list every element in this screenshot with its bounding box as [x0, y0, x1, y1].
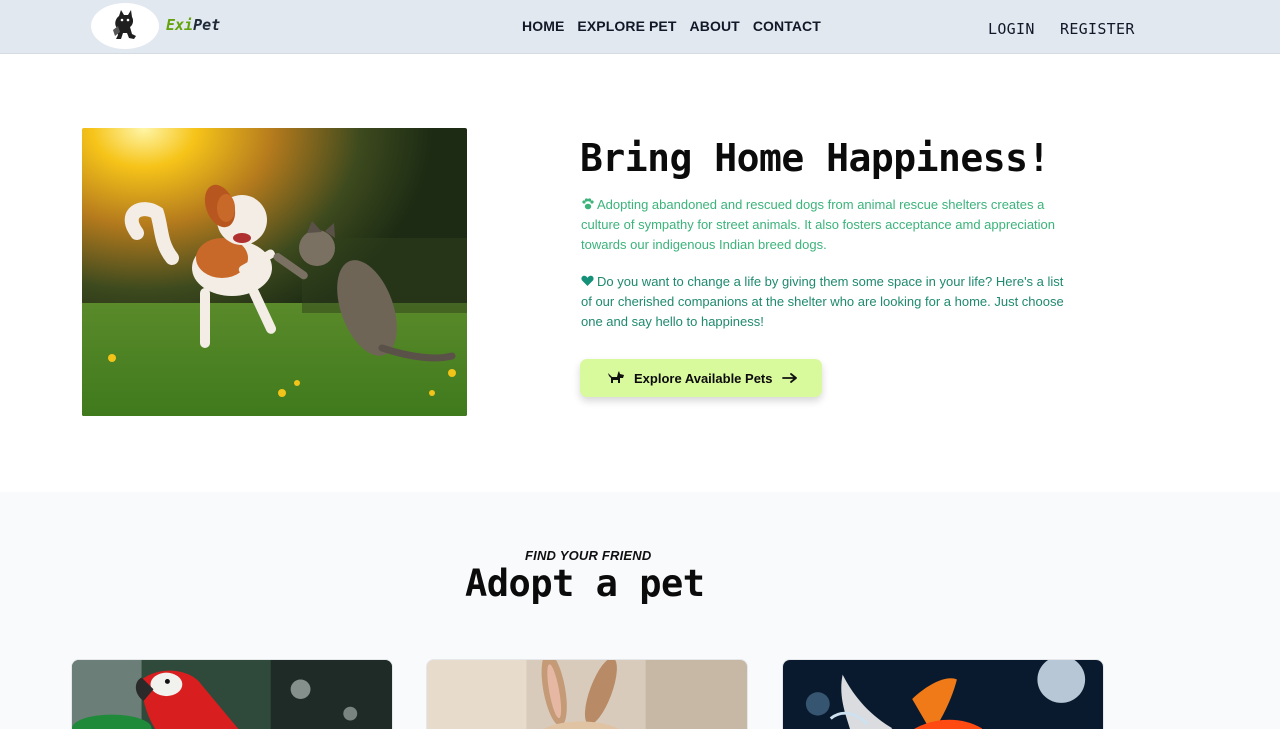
cat-dog-logo-icon [113, 10, 136, 39]
hero-paragraph-2: Do you want to change a life by giving t… [581, 272, 1077, 332]
brand-part-2: Pet [193, 16, 221, 34]
hero-paragraph-1: Adopting abandoned and rescued dogs from… [581, 195, 1077, 255]
adopt-section: FIND YOUR FRIEND Adopt a pet [0, 492, 1280, 729]
register-link[interactable]: REGISTER [1060, 20, 1135, 38]
explore-available-pets-button[interactable]: Explore Available Pets [580, 359, 822, 397]
nav-contact[interactable]: CONTACT [753, 18, 821, 34]
hero-image [82, 128, 467, 416]
heart-icon [581, 275, 594, 286]
hero-paragraph-2-text: Do you want to change a life by giving t… [581, 274, 1064, 329]
pet-card-goldfish[interactable] [782, 659, 1104, 729]
pet-card-rabbit[interactable] [426, 659, 748, 729]
brand-part-1: Exi [166, 16, 194, 34]
dog-icon [608, 371, 624, 383]
explore-available-pets-label: Explore Available Pets [634, 370, 773, 386]
rabbit-photo [427, 660, 747, 729]
paw-icon [582, 198, 594, 210]
section-eyebrow: FIND YOUR FRIEND [525, 548, 652, 563]
login-link[interactable]: LOGIN [988, 20, 1035, 38]
hero-paragraph-1-text: Adopting abandoned and rescued dogs from… [581, 197, 1056, 252]
adopt-title: Adopt a pet [465, 562, 705, 605]
nav-links: HOME EXPLORE PET ABOUT CONTACT [522, 18, 821, 34]
brand-name[interactable]: ExiPet [166, 16, 220, 34]
puppy-kitten-photo [82, 128, 467, 416]
parrot-photo [72, 660, 392, 729]
hero-title: Bring Home Happiness! [580, 136, 1050, 180]
nav-explore-pet[interactable]: EXPLORE PET [577, 18, 676, 34]
pet-card-parrot[interactable] [71, 659, 393, 729]
nav-about[interactable]: ABOUT [690, 18, 740, 34]
goldfish-photo [783, 660, 1103, 729]
logo[interactable] [91, 3, 159, 49]
navbar: ExiPet HOME EXPLORE PET ABOUT CONTACT LO… [0, 0, 1280, 54]
nav-home[interactable]: HOME [522, 18, 564, 34]
arrow-right-icon [781, 373, 797, 383]
